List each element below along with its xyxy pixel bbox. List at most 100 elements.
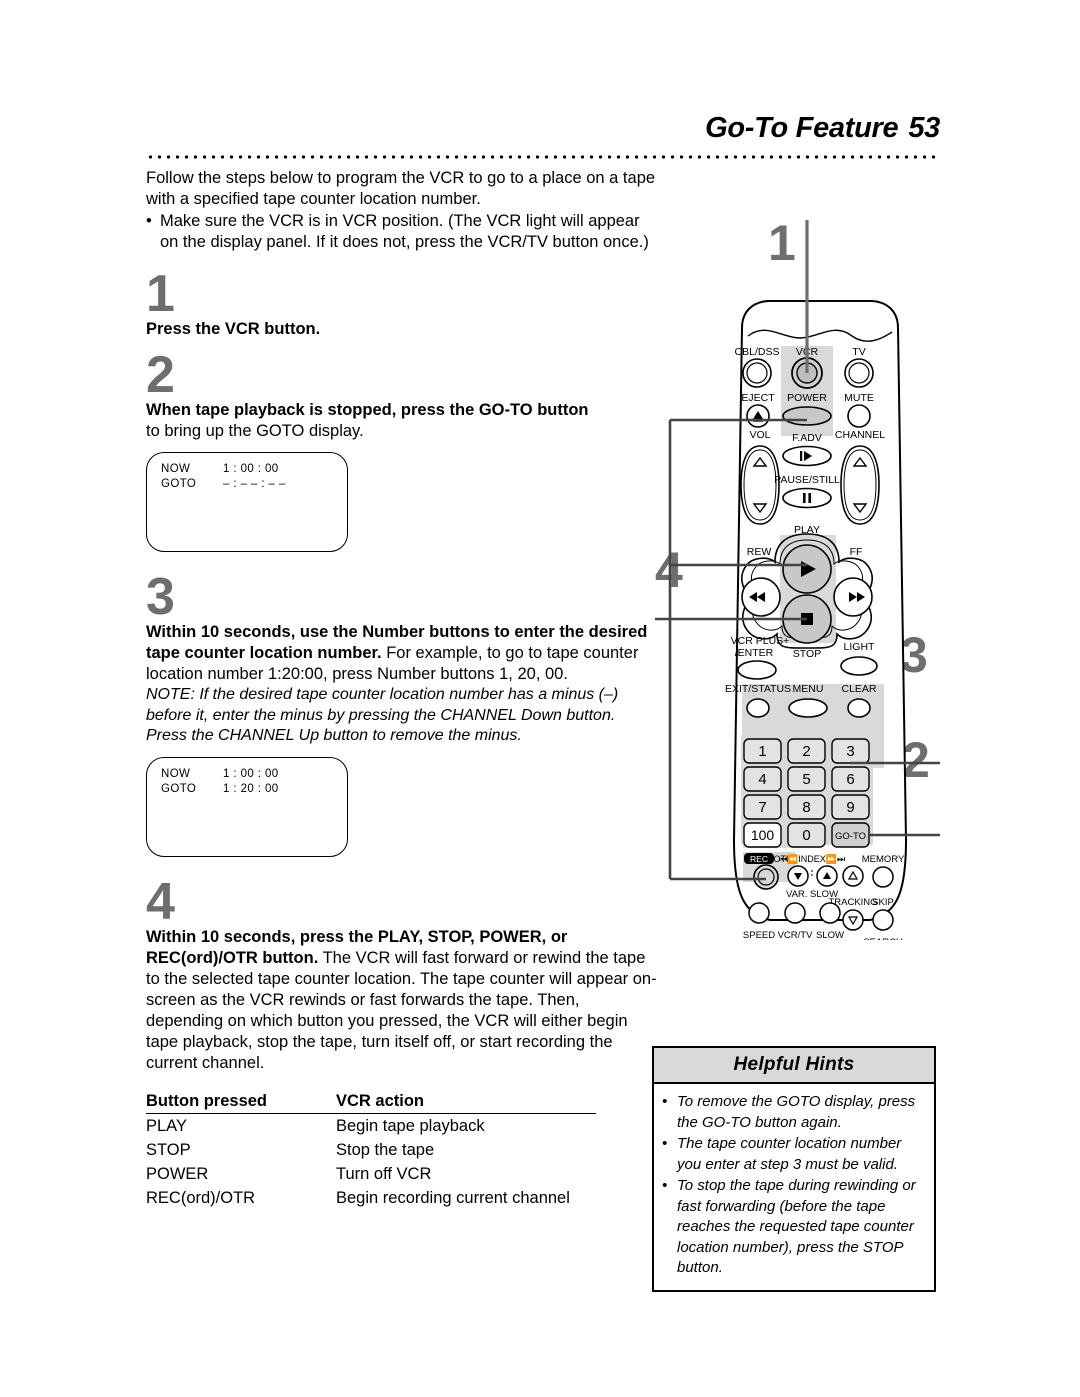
svg-text:1: 1	[758, 743, 766, 760]
label-skip: SKIP	[872, 897, 894, 908]
button-light	[840, 656, 878, 676]
tv1-row-now: NOW 1 : 00 : 00	[161, 463, 279, 475]
label-speed: SPEED	[743, 930, 775, 940]
button-menu	[788, 698, 828, 718]
step-3-heading: Within 10 seconds, use the Number button…	[146, 622, 658, 685]
button-vcr-tv	[784, 902, 806, 924]
label-index: ⏮⏪INDEX⏩⏭	[779, 853, 845, 864]
step-2: 2 When tape playback is stopped, press t…	[146, 349, 658, 552]
tv2-goto-value: 1 : 20 : 00	[223, 782, 279, 795]
hint-item: • To stop the tape during rewinding or f…	[662, 1176, 924, 1279]
button-pause-still	[782, 487, 832, 509]
tv2-goto-label: GOTO	[161, 782, 197, 795]
step-1-bold: Press the VCR button.	[146, 320, 321, 338]
helpful-hints-box: Helpful Hints • To remove the GOTO displ…	[652, 1046, 936, 1292]
number-keypad: 1 2 3 4 5 6 7 8 9 100 0 GO-TO	[741, 735, 873, 848]
hint-text: The tape counter location number you ent…	[677, 1135, 902, 1173]
table-row: STOP Stop the tape	[146, 1138, 596, 1162]
tv1-now-value: 1 : 00 : 00	[223, 463, 279, 475]
step-4-number: 4	[146, 872, 175, 931]
row-action: Stop the tape	[336, 1140, 435, 1159]
col-button-pressed: Button pressed	[146, 1091, 336, 1114]
step-2-body: to bring up the GOTO display.	[146, 422, 364, 440]
intro-bullet: • Make sure the VCR is in VCR position. …	[146, 211, 658, 253]
svg-text:6: 6	[846, 771, 854, 788]
label-vcr-tv: VCR/TV	[778, 930, 814, 940]
label-cbl-dss: CBL/DSS	[735, 346, 780, 358]
tv2-now-value: 1 : 00 : 00	[223, 767, 279, 780]
step-1-number: 1	[146, 265, 175, 323]
tv1-goto-value: – : – – : – –	[223, 478, 286, 490]
row-action: Turn off VCR	[336, 1164, 432, 1183]
label-light: LIGHT	[844, 641, 876, 653]
label-stop: STOP	[793, 648, 821, 660]
label-pause-still: PAUSE/STILL	[774, 474, 840, 486]
row-action: Begin recording current channel	[336, 1188, 570, 1207]
button-skip	[872, 909, 894, 931]
label-power: POWER	[787, 392, 827, 404]
label-ff: FF	[850, 546, 863, 558]
step-2-bold: When tape playback is stopped, press the…	[146, 401, 589, 419]
label-vcr-plus: VCR PLUS+	[731, 635, 790, 647]
svg-text:2: 2	[802, 743, 810, 760]
bullet-dot-icon: •	[662, 1135, 668, 1152]
step-1-heading: Press the VCR button.	[146, 319, 658, 340]
svg-text:9: 9	[846, 799, 854, 816]
svg-text:100: 100	[751, 827, 775, 843]
step-2-heading: When tape playback is stopped, press the…	[146, 400, 658, 421]
button-tracking-down	[842, 909, 864, 931]
button-tracking-up	[842, 865, 864, 887]
label-eject: EJECT	[741, 392, 775, 404]
row-button: POWER	[146, 1164, 209, 1183]
svg-text:3: 3	[846, 743, 854, 760]
svg-text:8: 8	[802, 799, 810, 816]
label-slow: SLOW	[816, 930, 844, 940]
page-number: 53	[908, 112, 940, 144]
step-3-number: 3	[146, 568, 175, 626]
row-button: REC(ord)/OTR	[146, 1188, 256, 1207]
label-vol: VOL	[749, 429, 770, 441]
label-clear: CLEAR	[841, 683, 876, 695]
label-tv: TV	[852, 346, 865, 358]
label-channel: CHANNEL	[835, 429, 885, 441]
button-clear	[847, 698, 871, 718]
col-vcr-action: VCR action	[336, 1091, 596, 1114]
intro-paragraph: Follow the steps below to program the VC…	[146, 169, 656, 208]
svg-text:REC: REC	[750, 854, 768, 864]
hint-item: • The tape counter location number you e…	[662, 1134, 924, 1175]
tv2-now-label: NOW	[161, 767, 191, 780]
page-title-text: Go-To Feature	[705, 112, 899, 144]
svg-text:GO-TO: GO-TO	[835, 831, 866, 842]
step-1: 1 Press the VCR button.	[146, 265, 658, 340]
label-enter: /ENTER	[735, 647, 774, 659]
label-memory: MEMORY	[862, 854, 905, 865]
button-slow	[819, 902, 841, 924]
button-memory	[872, 866, 894, 888]
button-exit-status	[746, 698, 770, 718]
helpful-hints-title: Helpful Hints	[654, 1048, 934, 1084]
step-3: 3 Within 10 seconds, use the Number butt…	[146, 568, 658, 857]
label-exit-status: EXIT/STATUS	[725, 683, 791, 695]
svg-text:4: 4	[758, 771, 766, 788]
table-row: REC(ord)/OTR Begin recording current cha…	[146, 1186, 596, 1210]
speed-row: SPEED VCR/TV SLOW	[743, 902, 844, 940]
tv1-row-goto: GOTO – : – – : – –	[161, 478, 286, 490]
table-row: PLAY Begin tape playback	[146, 1113, 596, 1138]
bullet-dot-icon: •	[662, 1093, 668, 1110]
svg-text:7: 7	[758, 799, 766, 816]
row-action: Begin tape playback	[336, 1116, 485, 1135]
svg-text:0: 0	[802, 827, 810, 844]
tv2-row-now: NOW 1 : 00 : 00	[161, 768, 279, 780]
svg-text:5: 5	[802, 771, 810, 788]
label-rew: REW	[747, 546, 772, 558]
step-4: 4 Within 10 seconds, press the PLAY, STO…	[146, 872, 658, 1210]
tv1-now-label: NOW	[161, 463, 191, 475]
manual-page: Go-To Feature 53 Follow the steps below t…	[0, 0, 1080, 1397]
helpful-hints-body: • To remove the GOTO display, press the …	[654, 1084, 934, 1290]
label-menu: MENU	[793, 683, 824, 695]
button-power	[782, 406, 832, 426]
tv2-row-goto: GOTO 1 : 20 : 00	[161, 783, 279, 795]
tv-display-goto-empty: NOW 1 : 00 : 00 GOTO – : – – : – –	[146, 452, 348, 552]
instructions-column: Follow the steps below to program the VC…	[146, 168, 658, 1210]
tv-display-goto-filled: NOW 1 : 00 : 00 GOTO 1 : 20 : 00	[146, 756, 348, 857]
